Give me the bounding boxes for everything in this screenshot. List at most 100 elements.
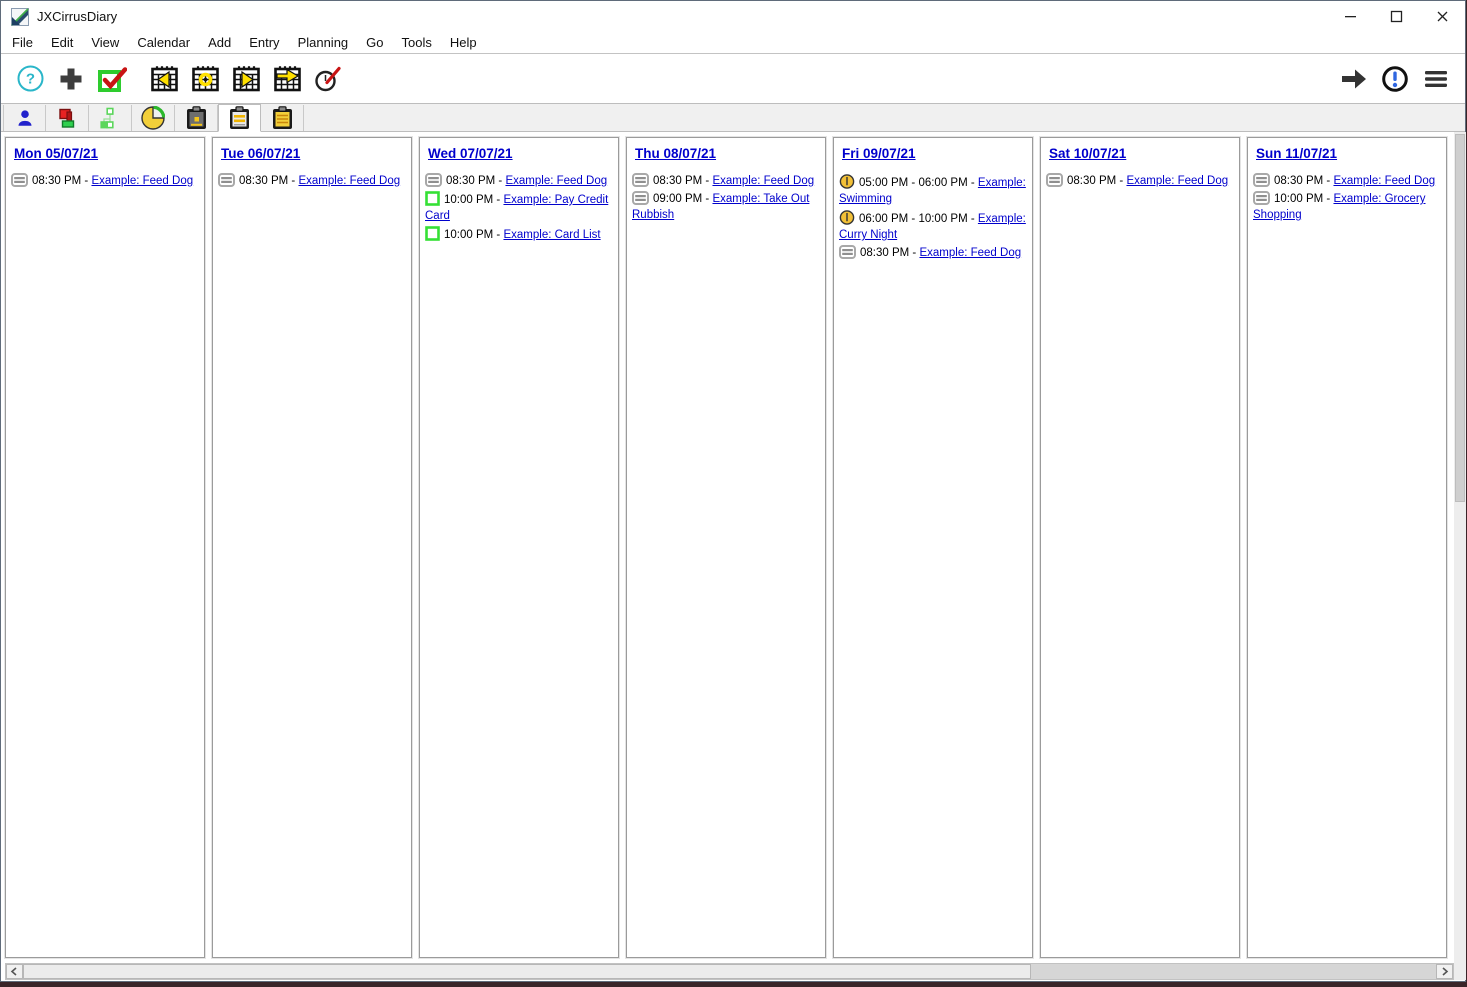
entry-link[interactable]: Example: Card List bbox=[503, 229, 600, 241]
day-header-link[interactable]: Sat 10/07/21 bbox=[1049, 146, 1126, 161]
minimize-icon bbox=[1344, 10, 1357, 23]
todo-icon bbox=[425, 226, 440, 241]
scroll-left-icon bbox=[10, 967, 19, 976]
help-button[interactable]: ? bbox=[13, 60, 47, 98]
scroll-left-button[interactable] bbox=[6, 964, 23, 979]
toolbar-left-group: ? bbox=[13, 60, 345, 98]
menu-item-view[interactable]: View bbox=[82, 33, 128, 52]
entry-separator: - bbox=[288, 175, 299, 187]
tab-tasks[interactable] bbox=[46, 105, 89, 131]
tab-people[interactable] bbox=[3, 105, 46, 131]
calendar-entry: 08:30 PM - Example: Feed Dog bbox=[425, 173, 613, 189]
day-header-link[interactable]: Sun 11/07/21 bbox=[1256, 146, 1337, 161]
menu-item-file[interactable]: File bbox=[3, 33, 42, 52]
entry-link[interactable]: Example: Feed Dog bbox=[298, 175, 400, 187]
entry-link[interactable]: Example: Feed Dog bbox=[712, 175, 814, 187]
day-column: Sat 10/07/21 08:30 PM - Example: Feed Dog bbox=[1040, 137, 1240, 958]
calendar-entry: 08:30 PM - Example: Feed Dog bbox=[632, 173, 820, 189]
entry-link[interactable]: Example: Feed Dog bbox=[1333, 175, 1435, 187]
hamburger-icon bbox=[1422, 67, 1450, 91]
maximize-icon bbox=[1390, 10, 1403, 23]
menu-item-entry[interactable]: Entry bbox=[240, 33, 288, 52]
tab-project-tree[interactable] bbox=[89, 105, 132, 131]
tab-day-view[interactable] bbox=[175, 105, 218, 131]
goto-date-button[interactable] bbox=[270, 60, 304, 98]
day-header-link[interactable]: Tue 06/07/21 bbox=[221, 146, 300, 161]
tab-time-dial[interactable] bbox=[132, 105, 175, 131]
forward-button[interactable] bbox=[1337, 60, 1371, 98]
tasks-icon bbox=[56, 107, 78, 129]
day-header-link[interactable]: Fri 09/07/21 bbox=[842, 146, 916, 161]
view-tabstrip bbox=[1, 104, 1465, 132]
clock-icon bbox=[839, 209, 855, 225]
calendar-today-icon bbox=[191, 64, 220, 93]
month-view-icon bbox=[271, 105, 294, 131]
record-time-button[interactable] bbox=[311, 60, 345, 98]
entry-time: 08:30 PM bbox=[653, 175, 703, 187]
calendar-entry: 08:30 PM - Example: Feed Dog bbox=[1253, 173, 1441, 189]
vertical-scrollbar[interactable] bbox=[1454, 132, 1466, 980]
entry-time: 05:00 PM - 06:00 PM bbox=[859, 177, 968, 189]
day-header-link[interactable]: Thu 08/07/21 bbox=[635, 146, 716, 161]
tab-week-view[interactable] bbox=[218, 104, 261, 132]
menu-item-add[interactable]: Add bbox=[199, 33, 240, 52]
vertical-scroll-thumb[interactable] bbox=[1455, 134, 1465, 502]
day-column: Wed 07/07/21 08:30 PM - Example: Feed Dog… bbox=[419, 137, 619, 958]
next-day-button[interactable] bbox=[229, 60, 263, 98]
titlebar: JXCirrusDiary bbox=[1, 1, 1465, 32]
close-button[interactable] bbox=[1419, 1, 1465, 32]
minimize-button[interactable] bbox=[1327, 1, 1373, 32]
day-column: Tue 06/07/21 08:30 PM - Example: Feed Dog bbox=[212, 137, 412, 958]
entry-separator: - bbox=[967, 213, 978, 225]
calendar-entry: 08:30 PM - Example: Feed Dog bbox=[11, 173, 199, 189]
entry-time: 08:30 PM bbox=[446, 175, 496, 187]
repeat-icon bbox=[218, 173, 235, 187]
repeat-icon bbox=[632, 191, 649, 205]
entry-time: 08:30 PM bbox=[1274, 175, 1324, 187]
day-header-link[interactable]: Wed 07/07/21 bbox=[428, 146, 513, 161]
prev-day-button[interactable] bbox=[147, 60, 181, 98]
entry-link[interactable]: Example: Feed Dog bbox=[919, 247, 1021, 259]
menu-item-edit[interactable]: Edit bbox=[42, 33, 82, 52]
calendar-entry: 08:30 PM - Example: Feed Dog bbox=[1046, 173, 1234, 189]
maximize-button[interactable] bbox=[1373, 1, 1419, 32]
main-toolbar: ? bbox=[1, 54, 1465, 104]
task-check-icon bbox=[97, 65, 127, 93]
menu-item-help[interactable]: Help bbox=[441, 33, 486, 52]
calendar-next-icon bbox=[232, 64, 261, 93]
menu-item-calendar[interactable]: Calendar bbox=[128, 33, 199, 52]
todo-icon bbox=[425, 191, 440, 206]
add-entry-button[interactable] bbox=[54, 60, 88, 98]
menu-item-planning[interactable]: Planning bbox=[289, 33, 358, 52]
entry-separator: - bbox=[909, 247, 920, 259]
tab-month-view[interactable] bbox=[261, 105, 304, 131]
menu-item-go[interactable]: Go bbox=[357, 33, 392, 52]
entry-separator: - bbox=[1116, 175, 1127, 187]
horizontal-scroll-thumb[interactable] bbox=[23, 964, 1031, 979]
app-logo-icon bbox=[11, 7, 29, 26]
repeat-icon bbox=[425, 173, 442, 187]
day-header-link[interactable]: Mon 05/07/21 bbox=[14, 146, 98, 161]
entry-time: 10:00 PM bbox=[444, 229, 494, 241]
new-task-button[interactable] bbox=[95, 60, 129, 98]
entry-separator: - bbox=[493, 229, 504, 241]
today-button[interactable] bbox=[188, 60, 222, 98]
horizontal-scrollbar[interactable] bbox=[5, 963, 1454, 980]
alarm-button[interactable] bbox=[1378, 60, 1412, 98]
calendar-entry: 08:30 PM - Example: Feed Dog bbox=[839, 245, 1027, 261]
clock-pen-icon bbox=[314, 65, 342, 93]
scroll-right-button[interactable] bbox=[1436, 964, 1453, 979]
entry-link[interactable]: Example: Feed Dog bbox=[91, 175, 193, 187]
repeat-icon bbox=[1253, 191, 1270, 205]
entry-link[interactable]: Example: Feed Dog bbox=[505, 175, 607, 187]
entry-link[interactable]: Example: Feed Dog bbox=[1126, 175, 1228, 187]
menu-item-tools[interactable]: Tools bbox=[393, 33, 441, 52]
person-icon bbox=[15, 108, 35, 128]
entry-time: 08:30 PM bbox=[860, 247, 910, 259]
entry-separator: - bbox=[1323, 193, 1334, 205]
entry-time: 09:00 PM bbox=[653, 193, 703, 205]
window-title: JXCirrusDiary bbox=[37, 9, 118, 24]
entry-separator: - bbox=[702, 193, 713, 205]
app-menu-button[interactable] bbox=[1419, 60, 1453, 98]
calendar-entry: 05:00 PM - 06:00 PM - Example: Swimming bbox=[839, 173, 1027, 207]
